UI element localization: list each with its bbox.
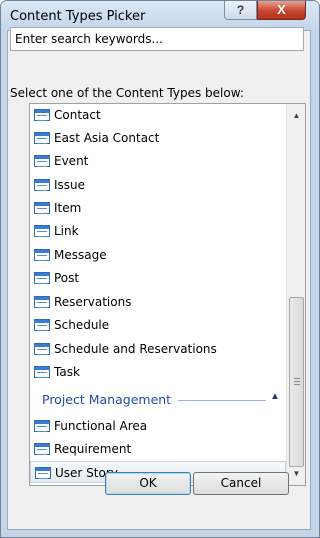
list-item-label: Message <box>54 248 107 262</box>
content-type-icon <box>34 225 50 237</box>
list-item-label: Requirement <box>54 442 132 456</box>
content-type-icon <box>34 179 50 191</box>
ok-button[interactable]: OK <box>105 472 191 495</box>
list-item[interactable]: Schedule and Reservations <box>30 338 286 360</box>
list-item-label: Schedule and Reservations <box>54 342 217 356</box>
list-item[interactable]: Event <box>30 150 286 172</box>
content-type-icon <box>34 343 50 355</box>
content-type-icon <box>34 155 50 167</box>
close-button[interactable]: X <box>257 1 306 20</box>
scrollbar-thumb[interactable] <box>289 297 304 467</box>
list-item-label: Task <box>54 365 80 379</box>
list-item[interactable]: Item <box>30 197 286 219</box>
content-type-icon <box>34 366 50 378</box>
list-item-label: Item <box>54 201 82 215</box>
group-label: Project Management <box>42 392 172 407</box>
content-type-icon <box>34 272 50 284</box>
content-type-icon <box>35 467 51 479</box>
list-item-label: Functional Area <box>54 419 148 433</box>
content-type-icon <box>34 249 50 261</box>
chevron-up-icon[interactable]: ▲ <box>270 391 280 402</box>
content-type-icon <box>34 420 50 432</box>
content-type-list[interactable]: Contact East Asia Contact Event Issue It… <box>29 103 306 486</box>
content-type-icon <box>34 132 50 144</box>
list-item[interactable]: East Asia Contact <box>30 127 286 149</box>
list-item[interactable]: Link <box>30 220 286 242</box>
list-item[interactable]: Issue <box>30 174 286 196</box>
list-item-label: East Asia Contact <box>54 131 160 145</box>
cancel-button[interactable]: Cancel <box>193 472 289 495</box>
group-divider <box>178 400 266 401</box>
content-type-icon <box>34 319 50 331</box>
content-type-icon <box>34 296 50 308</box>
group-header-project-management[interactable]: Project Management ▲ <box>30 388 286 412</box>
list-item[interactable]: Requirement <box>30 438 286 460</box>
window-title: Content Types Picker <box>10 9 146 24</box>
search-input[interactable] <box>10 27 304 51</box>
list-item-label: Post <box>54 271 80 285</box>
list-item-label: Issue <box>54 178 86 192</box>
scroll-up-arrow-icon[interactable]: ▲ <box>289 108 304 123</box>
list-item[interactable]: Functional Area <box>30 415 286 437</box>
list-item[interactable]: Schedule <box>30 314 286 336</box>
grip-icon <box>294 378 300 385</box>
content-type-icon <box>34 109 50 121</box>
help-button[interactable]: ? <box>224 1 257 20</box>
list-item-label: Event <box>54 154 89 168</box>
list-item-label: Link <box>54 224 79 238</box>
list-item-label: Contact <box>54 108 101 122</box>
list-item-label: Reservations <box>54 295 132 309</box>
list-item[interactable]: Post <box>30 267 286 289</box>
content-type-icon <box>34 202 50 214</box>
list-item-label: Schedule <box>54 318 110 332</box>
list-item[interactable]: Task <box>30 361 286 383</box>
list-item[interactable]: Message <box>30 244 286 266</box>
content-type-icon <box>34 443 50 455</box>
list-item[interactable]: Reservations <box>30 291 286 313</box>
scroll-down-arrow-icon[interactable]: ▼ <box>289 466 304 481</box>
vertical-scrollbar[interactable]: ▲ ▼ <box>286 104 305 485</box>
select-prompt: Select one of the Content Types below: <box>10 86 244 100</box>
list-item[interactable]: Contact <box>30 104 286 126</box>
